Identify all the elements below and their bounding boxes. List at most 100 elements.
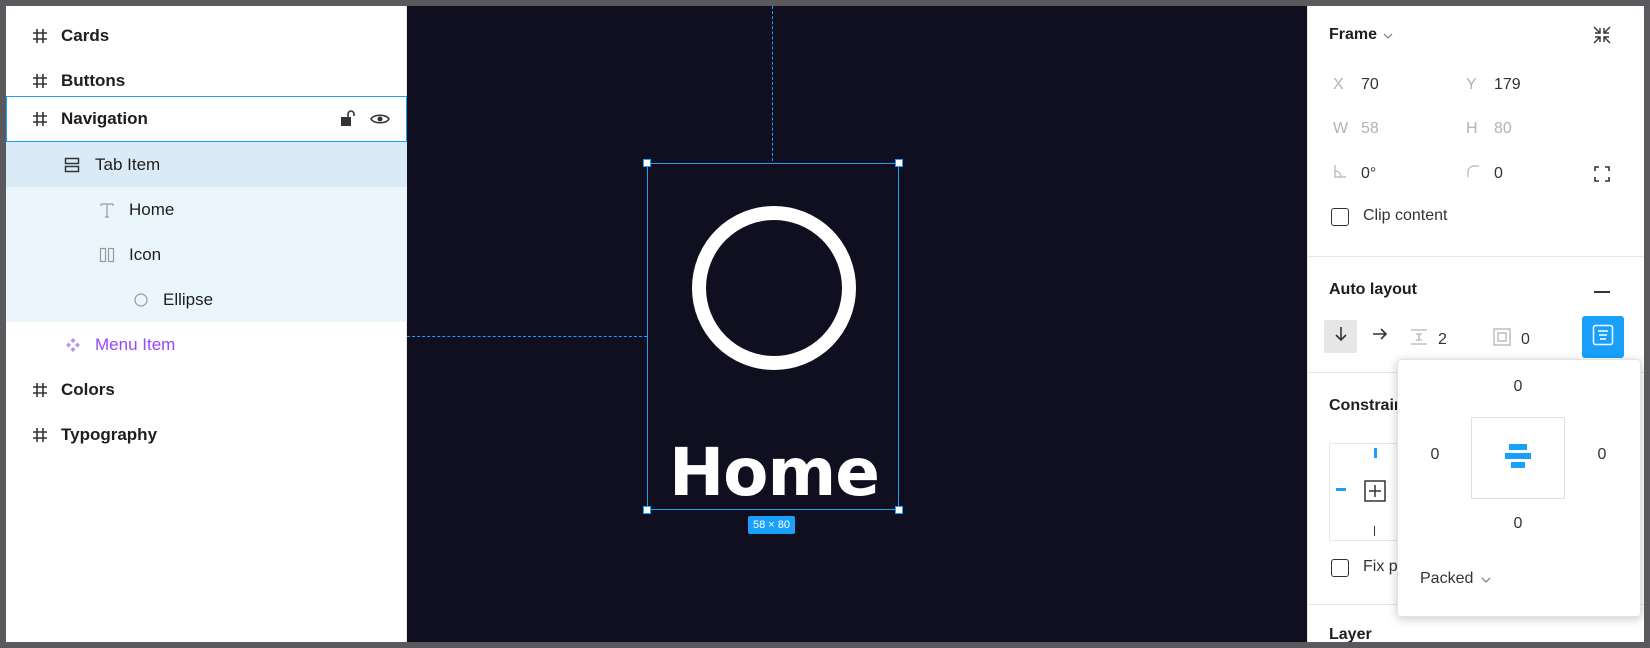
text-icon xyxy=(96,199,118,221)
layer-label: Colors xyxy=(61,379,115,399)
padding-bottom-value[interactable]: 0 xyxy=(1503,515,1533,533)
vertical-direction-button[interactable] xyxy=(1324,320,1357,353)
alignment-icon xyxy=(1592,324,1614,351)
spacing-between-icon xyxy=(1410,328,1438,351)
clip-content-label: Clip content xyxy=(1363,207,1448,225)
fix-position-text: Fix p xyxy=(1363,558,1398,575)
clip-content-checkbox[interactable] xyxy=(1331,208,1349,226)
component-icon xyxy=(62,334,84,356)
constraint-center-icon xyxy=(1364,480,1386,502)
remove-auto-layout-icon[interactable] xyxy=(1592,290,1612,294)
layer-ellipse[interactable]: Ellipse xyxy=(6,277,407,322)
w-value: 58 xyxy=(1361,120,1379,137)
layer-label: Cards xyxy=(61,25,110,45)
rotation-value: 0° xyxy=(1361,164,1377,182)
layer-home-text[interactable]: Home xyxy=(6,187,407,232)
constraints-title: Constrain xyxy=(1329,397,1404,414)
horizontal-direction-button[interactable] xyxy=(1363,320,1396,353)
autolayout-vertical-icon xyxy=(61,154,83,176)
columns-icon xyxy=(96,244,118,266)
corner-radius-field[interactable]: 0 xyxy=(1466,164,1503,183)
padding-top-value[interactable]: 0 xyxy=(1503,378,1533,396)
design-canvas[interactable]: Home 58 × 80 xyxy=(407,6,1307,642)
layer-row-actions xyxy=(340,109,390,132)
padding-field[interactable]: 0 xyxy=(1493,328,1530,351)
clip-content-text: Clip content xyxy=(1363,207,1448,224)
unlock-icon[interactable] xyxy=(340,109,356,132)
layer-section-title: Layer xyxy=(1329,626,1372,642)
layer-label: Ellipse xyxy=(163,289,214,309)
layer-tab-item[interactable]: Tab Item xyxy=(6,142,407,187)
resize-handle-top-right[interactable] xyxy=(895,159,903,167)
layer-cards[interactable]: Cards xyxy=(6,12,407,59)
fix-position-checkbox[interactable] xyxy=(1331,559,1349,577)
layer-icon[interactable]: Icon xyxy=(6,232,407,277)
spacing-value: 2 xyxy=(1438,330,1447,348)
layer-typography[interactable]: Typography xyxy=(6,412,407,457)
frame-title-label: Frame xyxy=(1329,26,1378,43)
h-label: H xyxy=(1466,120,1478,137)
collapse-icon[interactable] xyxy=(1591,24,1613,46)
spacing-guide-horizontal xyxy=(407,336,647,337)
layer-navigation[interactable]: Navigation xyxy=(6,96,407,142)
align-center-icon xyxy=(1503,441,1533,476)
w-label: W xyxy=(1333,120,1349,137)
layer-label: Icon xyxy=(129,244,162,264)
chevron-down-icon xyxy=(1481,570,1491,588)
distribution-dropdown[interactable]: Packed xyxy=(1420,570,1491,588)
hash-icon xyxy=(29,424,51,446)
spacing-field[interactable]: 2 xyxy=(1410,328,1447,351)
ellipse-shape[interactable] xyxy=(692,206,856,370)
auto-layout-title: Auto layout xyxy=(1329,281,1417,298)
alignment-settings-button[interactable] xyxy=(1582,316,1624,358)
left-constraint-indicator[interactable] xyxy=(1336,488,1346,491)
spacing-guide-vertical xyxy=(772,6,773,161)
x-value: 70 xyxy=(1361,76,1379,93)
home-text-layer[interactable]: Home xyxy=(648,434,900,511)
independent-corners-icon[interactable] xyxy=(1593,165,1611,183)
layer-label: Buttons xyxy=(61,70,126,90)
y-field[interactable]: Y 179 xyxy=(1466,76,1521,94)
constraints-widget[interactable] xyxy=(1329,443,1399,541)
distribution-label: Packed xyxy=(1420,570,1474,587)
top-constraint-indicator[interactable] xyxy=(1374,448,1377,458)
y-label: Y xyxy=(1466,76,1477,93)
padding-left-value[interactable]: 0 xyxy=(1420,446,1450,464)
rotation-field[interactable]: 0° xyxy=(1333,164,1376,183)
height-field[interactable]: H 80 xyxy=(1466,120,1512,138)
padding-right-value[interactable]: 0 xyxy=(1587,446,1617,464)
selected-frame[interactable]: Home xyxy=(643,159,903,514)
alignment-popover: 0 0 0 0 Packed xyxy=(1397,359,1641,617)
bottom-constraint-indicator[interactable] xyxy=(1374,526,1375,536)
alignment-grid[interactable] xyxy=(1471,417,1565,499)
y-value: 179 xyxy=(1494,76,1521,93)
eye-icon[interactable] xyxy=(370,111,390,131)
chevron-down-icon xyxy=(1383,26,1393,44)
app-window: Cards Buttons Navigation Tab Item Home I… xyxy=(6,6,1644,642)
corner-radius-icon xyxy=(1466,164,1494,183)
frame-title[interactable]: Frame xyxy=(1329,26,1393,44)
hash-icon xyxy=(29,379,51,401)
hash-icon xyxy=(29,70,51,92)
layer-label: Tab Item xyxy=(95,154,161,174)
rotation-icon xyxy=(1333,164,1361,183)
corner-radius-value: 0 xyxy=(1494,164,1503,182)
ellipse-icon xyxy=(130,289,152,311)
x-label: X xyxy=(1333,76,1344,93)
layer-label: Home xyxy=(129,199,175,219)
layer-label: Navigation xyxy=(61,109,148,128)
x-field[interactable]: X 70 xyxy=(1333,76,1379,94)
resize-handle-top-left[interactable] xyxy=(643,159,651,167)
hash-icon xyxy=(29,25,51,47)
h-value: 80 xyxy=(1494,120,1512,137)
fix-position-label: Fix p xyxy=(1363,558,1398,576)
layer-label: Menu Item xyxy=(95,334,176,354)
layers-panel: Cards Buttons Navigation Tab Item Home I… xyxy=(6,6,407,642)
layer-colors[interactable]: Colors xyxy=(6,367,407,412)
layer-menu-item[interactable]: Menu Item xyxy=(6,322,407,367)
divider xyxy=(1308,256,1644,257)
hash-icon xyxy=(29,108,51,130)
width-field[interactable]: W 58 xyxy=(1333,120,1379,138)
padding-value: 0 xyxy=(1521,330,1530,348)
arrow-down-icon xyxy=(1334,326,1348,347)
